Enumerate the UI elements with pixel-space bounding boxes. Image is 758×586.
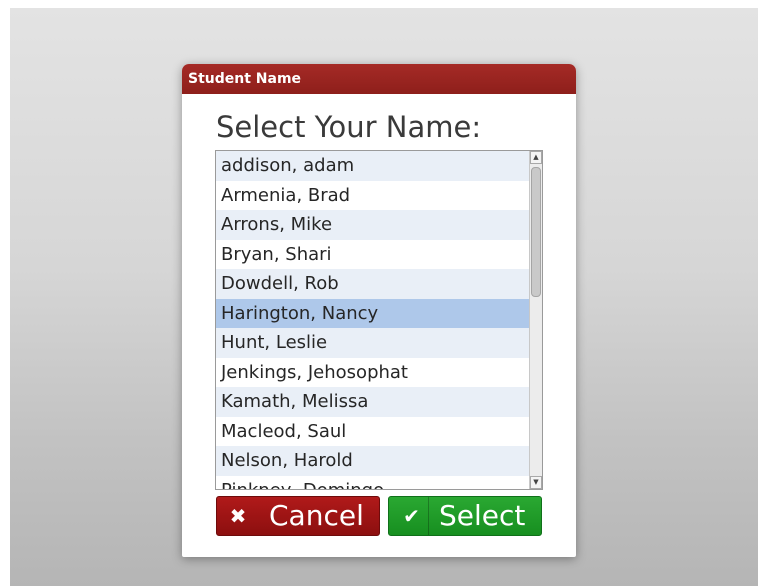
list-item[interactable]: Harington, Nancy [216,298,529,328]
student-name-list[interactable]: addison, adam Armenia, Brad Arrons, Mike Br… [215,150,543,490]
list-scrollbar[interactable]: ▲ ▼ [529,151,542,489]
scroll-down-arrow-icon[interactable]: ▼ [530,476,542,489]
list-item[interactable]: Bryan, Shari [216,239,529,269]
list-item[interactable]: Macleod, Saul [216,416,529,446]
list-item[interactable]: Nelson, Harold [216,446,529,476]
list-item[interactable]: Hunt, Leslie [216,328,529,358]
x-icon: ✖ [229,504,247,528]
scroll-thumb[interactable] [531,167,541,297]
cancel-button-label: Cancel [269,499,364,532]
list-item[interactable]: addison, adam [216,151,529,181]
scroll-up-arrow-icon[interactable]: ▲ [530,151,542,164]
list-items: addison, adam Armenia, Brad Arrons, Mike Br… [216,151,529,489]
select-name-prompt: Select Your Name: [216,110,482,144]
list-item[interactable]: Armenia, Brad [216,180,529,210]
cancel-button[interactable]: ✖ Cancel [216,496,380,536]
checkmark-icon: ✔ [395,497,429,535]
screen-background: Student Name Select Your Name: addison, … [10,8,758,586]
list-item[interactable]: Pinkney, Domingo [216,475,529,489]
list-item[interactable]: Dowdell, Rob [216,269,529,299]
list-item[interactable]: Kamath, Melissa [216,387,529,417]
dialog-title: Student Name [182,64,576,94]
list-item[interactable]: Arrons, Mike [216,210,529,240]
select-button-label: Select [439,499,526,532]
student-name-dialog: Student Name Select Your Name: addison, … [182,64,576,557]
list-item[interactable]: Jenkings, Jehosophat [216,357,529,387]
select-button[interactable]: ✔ Select [388,496,542,536]
